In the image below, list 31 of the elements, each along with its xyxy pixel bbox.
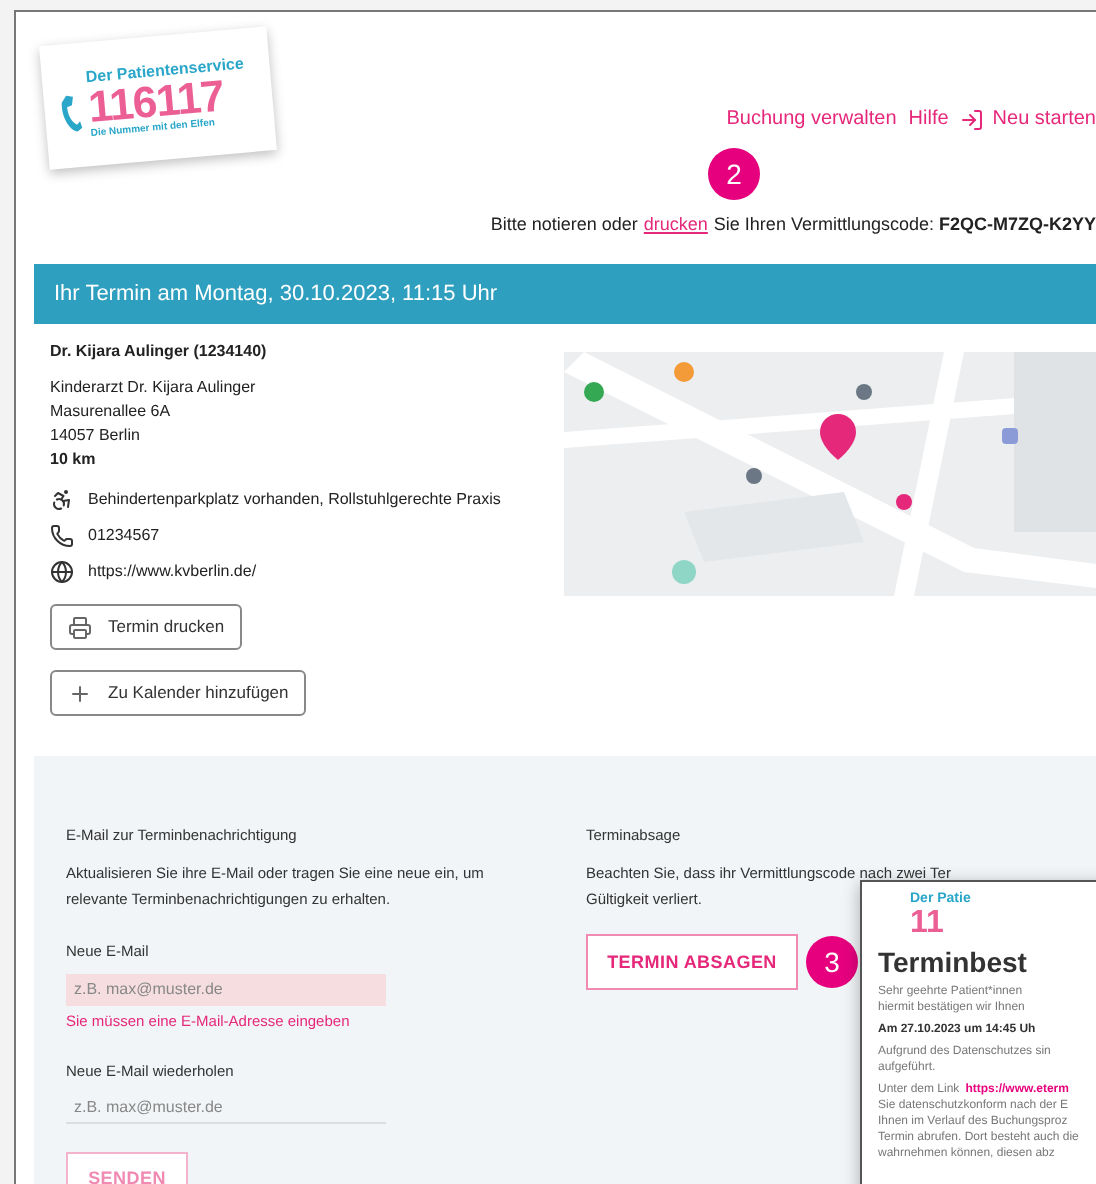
letter-heading: Terminbest <box>878 946 1027 978</box>
nav-link[interactable]: Hilfe <box>908 104 949 134</box>
distance: 10 km <box>50 448 98 472</box>
doctor-name: Dr. Kijara Aulinger (1234140) <box>50 340 269 364</box>
email-field[interactable]: z.B. max@muster.de <box>66 973 386 1005</box>
practice-info: https://www.kvberlin.de/ <box>88 560 257 584</box>
email-field[interactable]: z.B. max@muster.de <box>66 1092 386 1124</box>
calendar-button[interactable]: Zu Kalender hinzufügen <box>50 670 307 716</box>
code-notice: Sie Ihren Vermittlungscode: F2QC-M7ZQ-K2YY <box>713 212 1096 238</box>
printer-icon <box>68 615 92 639</box>
step-badge: 2 <box>708 148 760 200</box>
globe-icon <box>50 560 74 584</box>
plus-icon <box>68 681 92 705</box>
nav-link[interactable]: Buchung verwalten <box>726 104 897 134</box>
address-line: 14057 Berlin <box>50 424 142 448</box>
phone-icon <box>59 90 83 137</box>
cancel-appointment-button[interactable]: TERMIN ABSAGEN <box>586 934 798 991</box>
appointment-title-bar: Ihr Termin am Montag, 30.10.2023, 11:15 Uhr <box>34 264 1096 324</box>
restart-link[interactable]: Neu starten <box>960 104 1096 134</box>
phone-icon <box>50 524 74 548</box>
code-notice: Bitte notieren oder <box>490 212 638 238</box>
print-button[interactable]: Termin drucken <box>50 604 243 650</box>
practice-info: Behindertenparkplatz vorhanden, Rollstuhlgerechte Praxis <box>88 488 501 512</box>
practice-info: 01234567 <box>88 524 160 548</box>
address-line: Kinderarzt Dr. Kijara Aulinger <box>50 376 258 400</box>
wheelchair-icon <box>50 488 74 512</box>
address-line: Masurenallee 6A <box>50 400 173 424</box>
step-badge: 3 <box>806 936 858 989</box>
print-link[interactable]: drucken <box>643 212 708 239</box>
login-icon <box>960 107 985 131</box>
letter-logo-number: 11 <box>910 908 944 940</box>
